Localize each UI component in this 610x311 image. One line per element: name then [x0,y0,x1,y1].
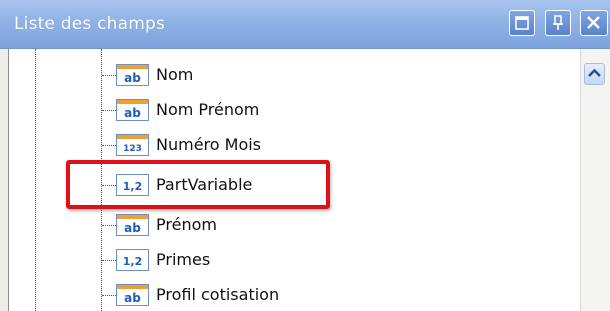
field-label: Nom Prénom [156,100,260,119]
tree-item[interactable]: ab Prénom [9,211,569,241]
tree-connector [102,145,116,146]
pin-icon [553,15,563,30]
svg-text:1,2: 1,2 [123,255,143,268]
field-label: Nom [156,65,194,84]
svg-text:ab: ab [124,221,141,235]
field-list-panel: Liste des champs ab Nom ab Nom Prénom 12… [0,0,610,311]
decimal-field-icon: 1,2 [116,249,149,271]
highlight-box [66,160,330,209]
tree-connector [102,225,116,226]
field-label: Primes [156,250,211,269]
close-icon [587,16,600,29]
text-field-icon: ab [116,99,149,121]
scroll-up-button[interactable] [584,63,605,85]
vertical-scrollbar[interactable] [580,49,610,311]
text-field-icon: ab [116,64,149,86]
field-label: Prénom [156,215,217,234]
tree-item[interactable]: ab Nom Prénom [9,96,569,126]
tree-item[interactable]: 123 Numéro Mois [9,131,569,161]
restore-button[interactable] [509,10,535,36]
restore-icon [515,16,529,30]
chevron-up-icon [588,68,601,77]
field-label: Profil cotisation [156,285,280,304]
pin-button[interactable] [545,10,571,36]
tree-item[interactable]: 1,2 Primes [9,246,569,276]
tree-connector [102,75,116,76]
text-field-icon: ab [116,284,149,306]
field-label: Numéro Mois [156,135,262,154]
panel-left-margin [0,49,8,311]
svg-text:123: 123 [123,144,142,154]
tree-item[interactable]: ab Profil cotisation [9,281,569,311]
text-field-icon: ab [116,214,149,236]
tree-item[interactable]: ab Nom [9,61,569,91]
integer-field-icon: 123 [116,134,149,156]
tree-connector [102,295,116,296]
panel-title: Liste des champs [14,14,166,34]
tree-connector [102,260,116,261]
close-button[interactable] [580,10,608,36]
panel-titlebar[interactable]: Liste des champs [0,0,610,49]
tree-connector [102,110,116,111]
svg-text:ab: ab [124,291,141,305]
svg-text:ab: ab [124,71,141,85]
svg-text:ab: ab [124,106,141,120]
